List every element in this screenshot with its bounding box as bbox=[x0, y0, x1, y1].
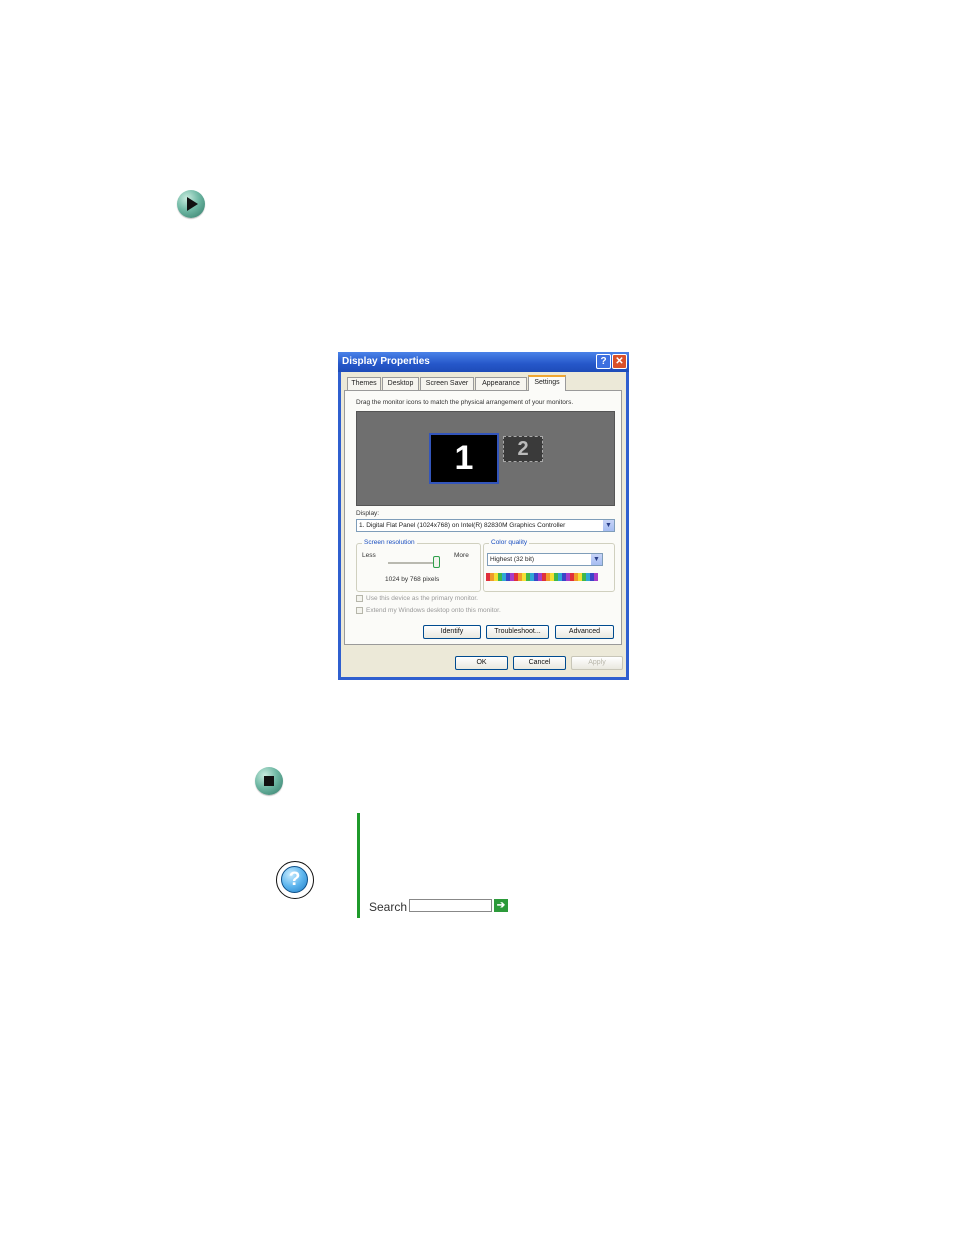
monitor-2-icon[interactable]: 2 bbox=[503, 436, 543, 462]
tab-themes[interactable]: Themes bbox=[347, 377, 381, 390]
instruction-text: Drag the monitor icons to match the phys… bbox=[356, 399, 574, 406]
help-section-rule bbox=[357, 813, 360, 918]
display-select-value: 1. Digital Flat Panel (1024x768) on Inte… bbox=[359, 522, 566, 529]
ok-button[interactable]: OK bbox=[455, 656, 508, 670]
tab-settings[interactable]: Settings bbox=[528, 375, 566, 391]
color-spectrum-bar bbox=[486, 573, 598, 581]
resolution-more-label: More bbox=[454, 552, 469, 559]
primary-monitor-label: Use this device as the primary monitor. bbox=[366, 595, 478, 603]
arrow-right-icon[interactable]: ➔ bbox=[494, 899, 508, 912]
troubleshoot-button[interactable]: Troubleshoot... bbox=[486, 625, 549, 639]
settings-panel: Drag the monitor icons to match the phys… bbox=[344, 390, 622, 645]
monitor-1-icon[interactable]: 1 bbox=[429, 433, 499, 484]
color-quality-group: Color quality Highest (32 bit) ▼ bbox=[483, 539, 615, 592]
tab-appearance[interactable]: Appearance bbox=[475, 377, 527, 390]
monitor-arrangement-area[interactable]: 1 2 bbox=[356, 411, 615, 506]
extend-desktop-checkbox[interactable] bbox=[356, 607, 363, 614]
resolution-slider-thumb[interactable] bbox=[433, 556, 440, 568]
primary-monitor-option[interactable]: Use this device as the primary monitor. bbox=[356, 595, 478, 602]
tab-screen-saver[interactable]: Screen Saver bbox=[420, 377, 474, 390]
identify-button[interactable]: Identify bbox=[423, 625, 481, 639]
question-mark-icon: ? bbox=[276, 861, 314, 899]
close-button[interactable]: ✕ bbox=[612, 354, 627, 369]
color-quality-select[interactable]: Highest (32 bit) ▼ bbox=[487, 553, 603, 566]
display-properties-dialog: Display Properties ? ✕ Themes Desktop Sc… bbox=[338, 352, 629, 680]
resolution-slider-track[interactable] bbox=[388, 562, 438, 564]
chevron-down-icon[interactable]: ▼ bbox=[603, 520, 614, 531]
extend-desktop-label: Extend my Windows desktop onto this moni… bbox=[366, 607, 501, 615]
title-bar: Display Properties ? ✕ bbox=[338, 352, 629, 372]
stop-square-icon bbox=[255, 767, 283, 795]
resolution-value: 1024 by 768 pixels bbox=[385, 576, 440, 583]
screen-resolution-group: Screen resolution Less More 1024 by 768 … bbox=[356, 539, 481, 592]
search-label: Search bbox=[369, 900, 408, 914]
help-button[interactable]: ? bbox=[596, 354, 611, 369]
dialog-title: Display Properties bbox=[342, 356, 430, 367]
play-arrow-icon bbox=[177, 190, 205, 218]
color-quality-label: Color quality bbox=[489, 539, 530, 546]
cancel-button[interactable]: Cancel bbox=[513, 656, 566, 670]
display-label: Display: bbox=[356, 510, 380, 517]
dialog-client-area: Themes Desktop Screen Saver Appearance S… bbox=[341, 372, 626, 677]
primary-monitor-checkbox[interactable] bbox=[356, 595, 363, 602]
color-quality-value: Highest (32 bit) bbox=[490, 556, 535, 563]
resolution-less-label: Less bbox=[362, 552, 376, 559]
tab-desktop[interactable]: Desktop bbox=[382, 377, 419, 390]
apply-button[interactable]: Apply bbox=[571, 656, 623, 670]
extend-desktop-option[interactable]: Extend my Windows desktop onto this moni… bbox=[356, 607, 501, 614]
screen-resolution-label: Screen resolution bbox=[362, 539, 417, 546]
display-select[interactable]: 1. Digital Flat Panel (1024x768) on Inte… bbox=[356, 519, 615, 532]
search-input[interactable] bbox=[409, 899, 492, 912]
chevron-down-icon[interactable]: ▼ bbox=[591, 554, 602, 565]
advanced-button[interactable]: Advanced bbox=[555, 625, 614, 639]
